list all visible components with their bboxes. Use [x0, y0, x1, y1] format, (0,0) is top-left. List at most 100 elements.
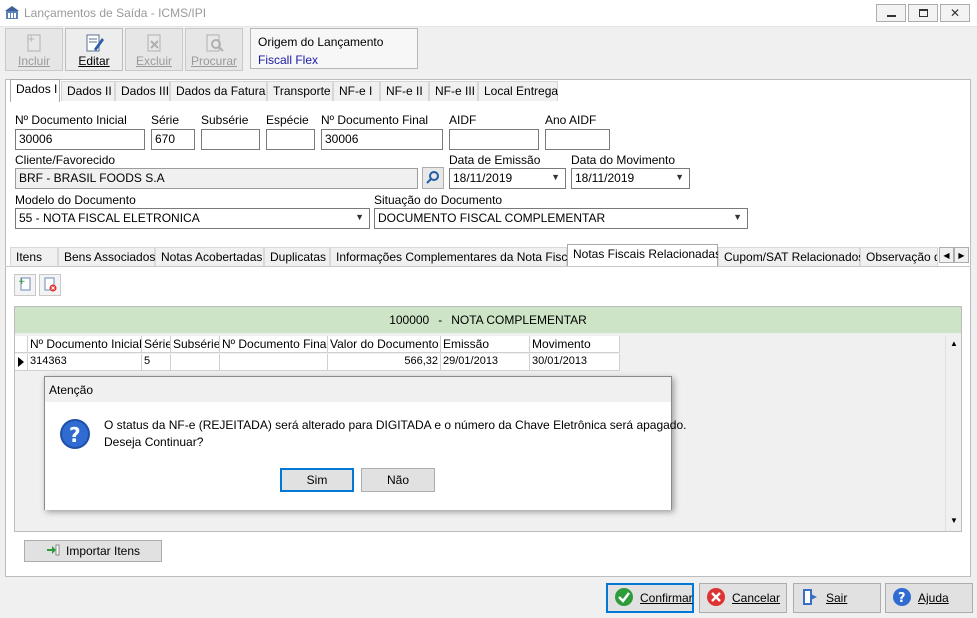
data-movimento-label: Data do Movimento [571, 153, 676, 167]
situacao-select[interactable]: DOCUMENTO FISCAL COMPLEMENTAR ▼ [374, 208, 748, 229]
origin-label: Origem do Lançamento [258, 35, 384, 49]
subtab-notas-acobertadas[interactable]: Notas Acobertadas [155, 247, 264, 266]
cliente-field[interactable]: BRF - BRASIL FOODS S.A [15, 168, 418, 189]
cell-doc-final[interactable] [220, 354, 328, 371]
modelo-label: Modelo do Documento [15, 193, 136, 207]
svg-text:+: + [27, 34, 35, 45]
cell-emissao[interactable]: 29/01/2013 [441, 354, 530, 371]
doc-final-label: Nº Documento Final [321, 113, 429, 127]
cancelar-label: Cancelar [732, 591, 781, 605]
tab-dados-1[interactable]: Dados I [10, 79, 60, 102]
remove-note-button[interactable] [39, 274, 61, 296]
chevron-down-icon: ▼ [355, 212, 364, 222]
cancelar-button[interactable]: Cancelar [699, 583, 787, 613]
subtab-scroll-right[interactable]: ▶ [954, 247, 969, 263]
sim-button[interactable]: Sim [280, 468, 354, 492]
procurar-button[interactable]: Procurar [185, 28, 243, 71]
cell-movimento[interactable]: 30/01/2013 [530, 354, 620, 371]
cell-subserie[interactable] [171, 354, 220, 371]
sair-button[interactable]: Sair [793, 583, 881, 613]
confirmar-button[interactable]: Confirmar [606, 583, 694, 613]
remove-document-icon [43, 276, 57, 295]
tab-dados-2[interactable]: Dados II [61, 81, 115, 101]
cell-serie[interactable]: 5 [142, 354, 171, 371]
aidf-field[interactable] [449, 129, 539, 150]
window-title: Lançamentos de Saída - ICMS/IPI [24, 6, 207, 20]
cliente-search-button[interactable] [422, 167, 444, 189]
edit-icon [83, 33, 105, 53]
tab-local-entrega[interactable]: Local Entrega [478, 81, 558, 101]
editar-button[interactable]: Editar [65, 28, 123, 71]
subtab-informacoes-complementares[interactable]: Informações Complementares da Nota Fisca… [330, 247, 577, 266]
group-name: NOTA COMPLEMENTAR [451, 313, 587, 327]
doc-inicial-label: Nº Documento Inicial [15, 113, 127, 127]
new-document-icon: + [23, 33, 45, 53]
data-emissao-picker[interactable]: 18/11/2019 ▼ [449, 168, 566, 189]
search-document-icon [203, 33, 225, 53]
cell-doc-inicial[interactable]: 314363 [28, 354, 142, 371]
tab-nfe-3[interactable]: NF-e III [429, 81, 478, 101]
column-header-subserie[interactable]: Subsérie [171, 336, 220, 353]
column-header-serie[interactable]: Série [142, 336, 171, 353]
svg-text:?: ? [898, 591, 906, 606]
modelo-select[interactable]: 55 - NOTA FISCAL ELETRONICA ▼ [15, 208, 370, 229]
maximize-icon [918, 9, 928, 17]
subtab-itens[interactable]: Itens [10, 247, 58, 266]
ajuda-button[interactable]: ? Ajuda [885, 583, 973, 613]
column-header-valor[interactable]: Valor do Documento [328, 336, 441, 353]
scroll-up-icon[interactable]: ▲ [950, 339, 958, 348]
close-button[interactable]: ✕ [940, 4, 970, 22]
doc-inicial-field[interactable]: 30006 [15, 129, 145, 150]
current-row-icon [18, 357, 24, 367]
chevron-right-icon: ▶ [958, 250, 965, 260]
data-movimento-picker[interactable]: 18/11/2019 ▼ [571, 168, 690, 189]
column-header-doc-inicial[interactable]: Nº Documento Inicial [28, 336, 142, 353]
group-code: 100000 [389, 313, 430, 327]
excluir-button[interactable]: Excluir [125, 28, 183, 71]
tab-transporte[interactable]: Transporte [267, 81, 333, 101]
tab-nfe-1[interactable]: NF-e I [333, 81, 380, 101]
data-movimento-value: 18/11/2019 [575, 171, 635, 185]
ano-aidf-label: Ano AIDF [545, 113, 597, 127]
tab-dados-fatura[interactable]: Dados da Fatura [170, 81, 267, 101]
title-bar: Lançamentos de Saída - ICMS/IPI ✕ [0, 0, 977, 27]
editar-label: Editar [78, 54, 110, 68]
modelo-value: 55 - NOTA FISCAL ELETRONICA [19, 211, 200, 225]
situacao-label: Situação do Documento [374, 193, 503, 207]
svg-text:?: ? [69, 423, 81, 447]
column-header-emissao[interactable]: Emissão [441, 336, 530, 353]
incluir-button[interactable]: + Incluir [5, 28, 63, 71]
add-document-icon: + [18, 276, 32, 295]
column-header-movimento[interactable]: Movimento [530, 336, 620, 353]
importar-itens-button[interactable]: Importar Itens [24, 540, 162, 562]
scroll-down-icon[interactable]: ▼ [950, 516, 958, 525]
subtab-cupom-sat[interactable]: Cupom/SAT Relacionados [718, 247, 864, 266]
doc-final-field[interactable]: 30006 [321, 129, 443, 150]
svg-text:+: + [18, 277, 26, 287]
row-indicator [15, 354, 28, 371]
subtab-observacao[interactable]: Observação d [860, 247, 938, 266]
ano-aidf-field[interactable] [545, 129, 610, 150]
minimize-button[interactable] [876, 4, 906, 22]
tab-nfe-2[interactable]: NF-e II [380, 81, 429, 101]
grid-scrollbar[interactable]: ▲ ▼ [945, 336, 961, 531]
subtab-bens-associados[interactable]: Bens Associados [58, 247, 155, 266]
cell-valor[interactable]: 566,32 [328, 354, 441, 371]
serie-field[interactable]: 670 [151, 129, 195, 150]
tab-dados-3[interactable]: Dados III [115, 81, 170, 101]
nao-button[interactable]: Não [361, 468, 435, 492]
maximize-button[interactable] [908, 4, 938, 22]
especie-field[interactable] [266, 129, 315, 150]
subtab-duplicatas[interactable]: Duplicatas [264, 247, 330, 266]
column-header-doc-final[interactable]: Nº Documento Final [220, 336, 328, 353]
subtab-scroll-left[interactable]: ◀ [939, 247, 954, 263]
subtab-divider [5, 266, 971, 267]
incluir-label: Incluir [17, 54, 50, 68]
subserie-field[interactable] [201, 129, 260, 150]
add-note-button[interactable]: + [14, 274, 36, 296]
question-icon: ? [59, 418, 91, 450]
group-separator: - [438, 313, 443, 327]
subtab-notas-fiscais-relacionadas[interactable]: Notas Fiscais Relacionadas [567, 244, 721, 266]
origin-value: Fiscall Flex [258, 53, 319, 67]
serie-label: Série [151, 113, 180, 127]
